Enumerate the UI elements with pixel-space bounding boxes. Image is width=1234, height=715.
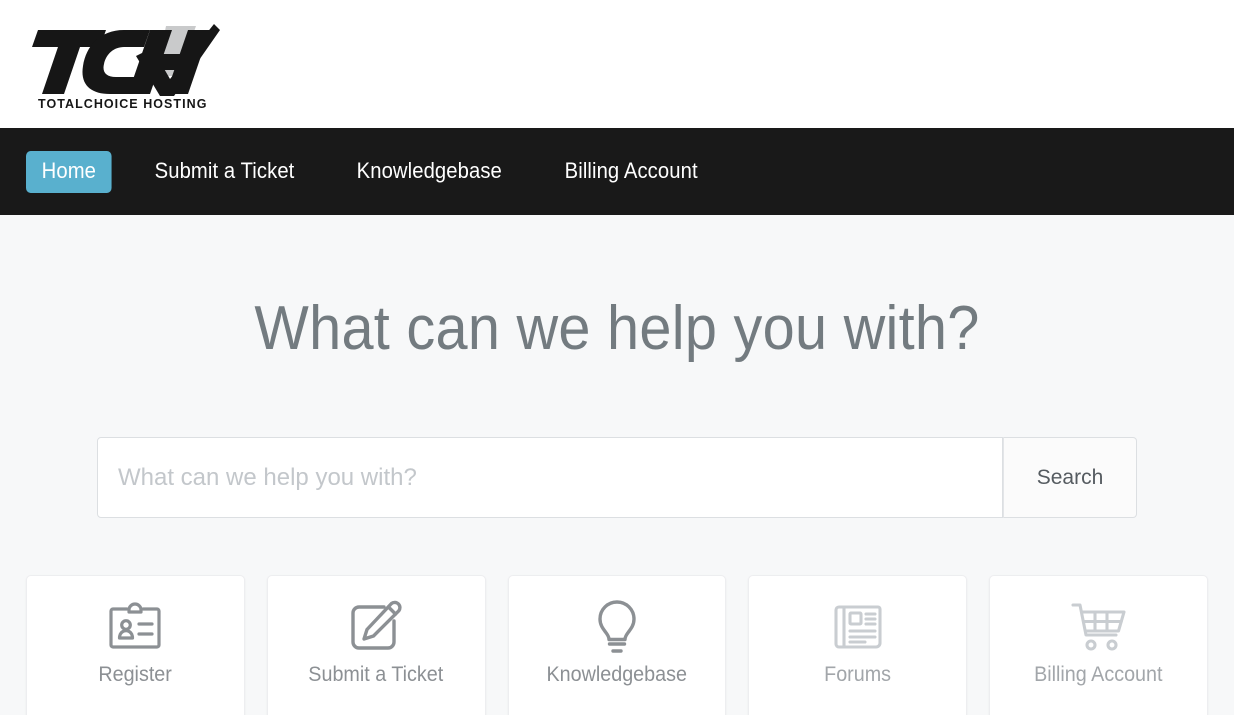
pencil-square-icon xyxy=(348,596,404,658)
nav-item-home[interactable]: Home xyxy=(26,150,112,193)
search-button[interactable]: Search xyxy=(1003,437,1137,518)
quick-links-grid: Register Submit a Ticket Knowledgebase F… xyxy=(26,518,1208,715)
nav-item-knowledgebase[interactable]: Knowledgebase xyxy=(341,151,518,193)
lightbulb-icon xyxy=(595,596,639,658)
site-logo[interactable]: TOTALCHOICE HOSTING xyxy=(28,16,220,110)
main-navigation: Home Submit a Ticket Knowledgebase Billi… xyxy=(0,128,1234,215)
search-form: Search xyxy=(97,360,1137,518)
nav-item-billing-account[interactable]: Billing Account xyxy=(549,151,713,193)
card-label: Billing Account xyxy=(1034,663,1163,686)
card-label: Register xyxy=(98,663,173,686)
search-input[interactable] xyxy=(97,437,1003,518)
page-title: What can we help you with? xyxy=(254,294,980,363)
card-billing-account[interactable]: Billing Account xyxy=(989,575,1208,715)
tch-checkmark-logo: TOTALCHOICE HOSTING xyxy=(32,24,220,110)
card-label: Forums xyxy=(824,663,892,686)
nav-item-submit-a-ticket[interactable]: Submit a Ticket xyxy=(139,151,310,193)
card-submit-a-ticket[interactable]: Submit a Ticket xyxy=(266,575,486,715)
card-forums[interactable]: Forums xyxy=(748,575,968,715)
card-knowledgebase[interactable]: Knowledgebase xyxy=(507,575,727,715)
site-header: TOTALCHOICE HOSTING xyxy=(0,0,1234,128)
newspaper-icon xyxy=(831,596,885,658)
card-register[interactable]: Register xyxy=(26,575,245,715)
id-badge-icon xyxy=(107,596,163,658)
card-label: Submit a Ticket xyxy=(308,663,444,686)
shopping-cart-icon xyxy=(1070,596,1128,658)
card-label: Knowledgebase xyxy=(546,663,688,686)
svg-text:TOTALCHOICE HOSTING: TOTALCHOICE HOSTING xyxy=(38,97,208,110)
main-content: What can we help you with? Search Regist… xyxy=(0,215,1234,715)
